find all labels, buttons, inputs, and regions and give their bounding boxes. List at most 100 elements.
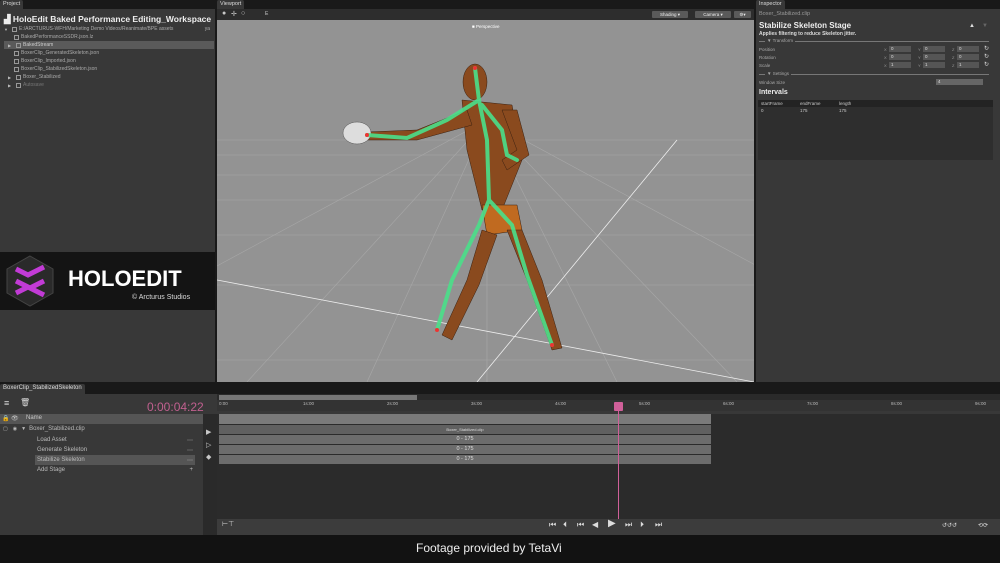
table-row[interactable]: 0 175 175	[758, 108, 993, 115]
rotation-y-field[interactable]: 0	[923, 54, 945, 60]
position-y-field[interactable]: 0	[923, 46, 945, 52]
time-ruler[interactable]: 0:00 1s:00 2s:00 3s:00 4s:00 5s:00 6s:00 7s:00 8…	[217, 400, 1000, 411]
more-icon[interactable]: ⋯	[187, 457, 193, 464]
tree-label: BakedStream	[23, 42, 54, 48]
position-x-field[interactable]: 0	[889, 46, 911, 52]
more-icon[interactable]: ⋯	[187, 447, 193, 454]
camera-dropdown[interactable]: Camera ▾	[695, 11, 731, 18]
select-tool-icon[interactable]: ●	[222, 10, 226, 17]
workspace-title: ▟ HoloEdit Baked Performance Editing_Wor…	[4, 14, 211, 25]
tree-item-selected[interactable]: ▶ BakedStream	[4, 41, 214, 49]
project-tree: ▼ E:/ARCTURUS-WFH/Marketing Demo Videos/R…	[4, 25, 214, 89]
tree-item[interactable]: BoxerClip_GeneratedSkeleton.json	[4, 49, 214, 57]
trash-icon[interactable]: 🗑	[20, 398, 30, 407]
tree-item[interactable]: BoxerClip_Imported.json	[4, 57, 214, 65]
add-track-icon[interactable]: ≡	[4, 398, 9, 408]
lock-icon[interactable]: 🔒	[2, 415, 9, 422]
viewport-3d[interactable]: ■ Perspective	[217, 20, 754, 382]
eraser-icon[interactable]: ◆	[206, 453, 211, 461]
scale-z-field[interactable]: 1	[957, 62, 979, 68]
first-frame-icon[interactable]: ⏮	[549, 520, 556, 530]
play-reverse-icon[interactable]: ◀	[592, 520, 598, 529]
window-size-field[interactable]: 4	[936, 79, 983, 85]
scale-x-field[interactable]: 1	[889, 62, 911, 68]
mode-label[interactable]: E	[265, 11, 268, 17]
tree-label: BoxerClip_StabilizedSkeleton.json	[21, 66, 98, 72]
loop-icons[interactable]: ↺↺↺	[942, 522, 957, 529]
shading-dropdown[interactable]: Shading ▾	[652, 11, 688, 18]
move-up-icon[interactable]: ▲	[969, 23, 975, 29]
pointer-icon[interactable]: ▷	[206, 441, 211, 449]
tree-label: BakedPerformanceSSDR.json.lz	[21, 34, 94, 40]
position-z-field[interactable]: 0	[957, 46, 979, 52]
tree-item[interactable]: ▶ Boxer_Stabilized	[4, 73, 214, 81]
move-tool-icon[interactable]: ✛	[231, 10, 237, 18]
transform-foldout[interactable]: ▼ Transform	[765, 38, 795, 43]
clip-name: Boxer_Stabilized.clip	[29, 426, 85, 432]
eye-icon[interactable]: ◉	[13, 426, 17, 432]
stage-row-selected[interactable]: Stabilize Skeleton ⋯	[0, 455, 203, 465]
tree-item[interactable]: ▶ Autosave	[4, 81, 214, 89]
ruler-tick-label: 2s:00	[387, 401, 399, 406]
current-time[interactable]: 0:00:04:22	[147, 400, 204, 414]
caption-text: Footage provided by TetaVi	[416, 541, 562, 555]
scale-y-field[interactable]: 1	[923, 62, 945, 68]
clip-range-bar[interactable]	[219, 414, 711, 424]
caption-bar: Footage provided by TetaVi	[0, 535, 1000, 563]
stage-label: Load Asset	[37, 437, 67, 443]
more-icon[interactable]: ⋯	[187, 437, 193, 444]
stage-row[interactable]: Load Asset ⋯	[0, 435, 203, 445]
stage-row[interactable]: Generate Skeleton ⋯	[0, 445, 203, 455]
tab-project[interactable]: Project	[0, 0, 24, 9]
tab-viewport[interactable]: Viewport	[217, 0, 245, 9]
z-label: Z	[952, 63, 955, 68]
file-icon	[14, 66, 19, 72]
stage-bar-generate[interactable]: 0 - 175	[219, 445, 711, 454]
rotation-z-field[interactable]: 0	[957, 54, 979, 60]
reset-position-icon[interactable]: ↻	[984, 45, 989, 52]
intervals-table: startFrame endFrame length 0 175 175	[758, 100, 993, 160]
header-endframe: endFrame	[800, 101, 821, 106]
stage-bar-load[interactable]: 0 - 175	[219, 435, 711, 444]
sync-icons[interactable]: ⟲⟳	[978, 522, 988, 529]
tab-inspector[interactable]: Inspector	[756, 0, 785, 9]
ruler-tick-label: 9s:00	[975, 401, 987, 406]
x-label: X	[884, 55, 887, 60]
plus-icon[interactable]: +	[189, 467, 193, 473]
next-key-icon[interactable]: ⏵	[640, 520, 644, 530]
rotate-tool-icon[interactable]: ○	[241, 10, 245, 17]
play-icon[interactable]: ▶	[608, 518, 616, 529]
rotation-label: Rotation	[759, 55, 776, 60]
fit-icon[interactable]: ⊢⊤	[222, 520, 234, 528]
settings-dropdown[interactable]: ⚙▾	[734, 11, 751, 18]
eye-icon[interactable]: 👁	[11, 415, 19, 422]
add-stage-row[interactable]: Add Stage +	[0, 465, 203, 475]
tree-label: BoxerClip_Imported.json	[21, 58, 76, 64]
reset-scale-icon[interactable]: ↻	[984, 61, 989, 68]
settings-foldout[interactable]: ▼ Settings	[765, 71, 791, 76]
last-frame-icon[interactable]: ⏭	[655, 520, 662, 530]
tree-item[interactable]: BoxerClip_StabilizedSkeleton.json	[4, 65, 214, 73]
tool-strip: ▶ ▷ ◆	[203, 414, 217, 535]
stage-title: Stabilize Skeleton Stage	[759, 21, 852, 30]
ruler-tick-label: 5s:00	[639, 401, 651, 406]
header-length: length	[839, 101, 852, 106]
prev-key-icon[interactable]: ⏴	[563, 520, 567, 530]
rotation-x-field[interactable]: 0	[889, 54, 911, 60]
reset-rotation-icon[interactable]: ↻	[984, 53, 989, 60]
tree-item[interactable]: BakedPerformanceSSDR.json.lz	[4, 33, 214, 41]
clip-bar[interactable]: Boxer_Stabilized.clip	[219, 425, 711, 434]
next-frame-icon[interactable]: ⏭	[625, 520, 632, 530]
tree-item-root[interactable]: ▼ E:/ARCTURUS-WFH/Marketing Demo Videos/R…	[4, 25, 214, 33]
lock-icon[interactable]: ▢	[3, 426, 8, 432]
prev-frame-icon[interactable]: ⏮	[577, 520, 584, 530]
tab-timeline[interactable]: BoxerClip_StabilizedSkeleton	[0, 384, 85, 394]
move-down-icon[interactable]: ▼	[982, 23, 988, 29]
viewport-toolbar: ● ✛ ○ E Shading ▾ Camera ▾ ⚙▾	[217, 9, 754, 20]
stage-bar-stabilize[interactable]: 0 - 175	[219, 455, 711, 464]
playhead-handle[interactable]	[614, 402, 623, 411]
clip-row[interactable]: ▢ ◉ ▼ Boxer_Stabilized.clip	[0, 424, 203, 434]
stage-label: Generate Skeleton	[37, 447, 88, 453]
ruler-tick-label: 7s:00	[807, 401, 819, 406]
select-arrow-icon[interactable]: ▶	[206, 428, 211, 436]
